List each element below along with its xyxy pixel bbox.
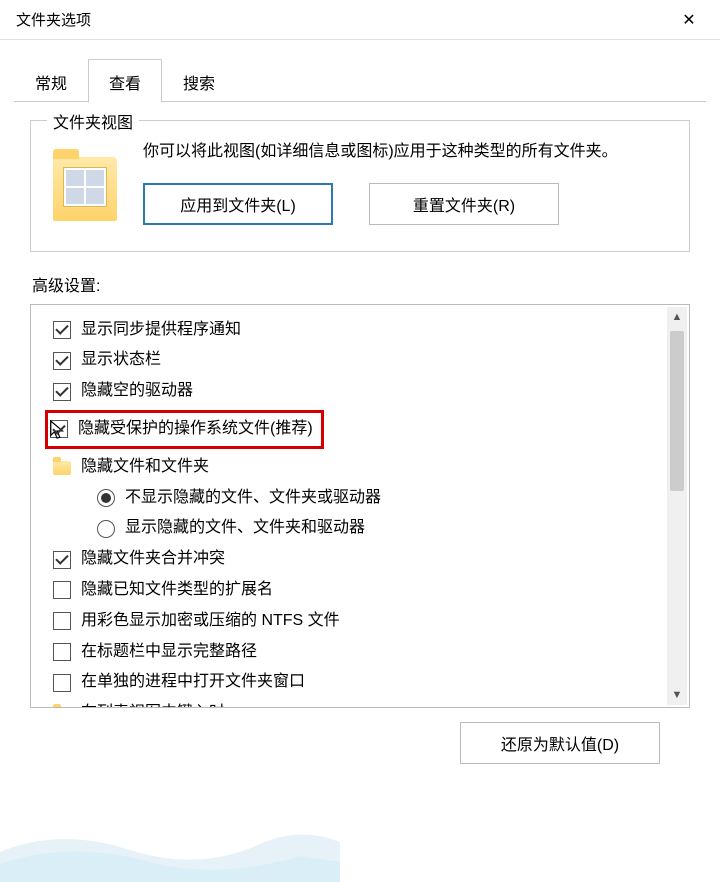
setting-label: 隐藏受保护的操作系统文件(推荐) <box>78 417 313 442</box>
setting-label: 隐藏空的驱动器 <box>81 379 193 404</box>
close-button[interactable]: ✕ <box>666 5 712 35</box>
checkbox-icon[interactable] <box>53 321 71 339</box>
tab-panel-view: 文件夹视图 你可以将此视图(如详细信息或图标)应用于这种类型的所有文件夹。 应用… <box>0 102 720 774</box>
close-icon: ✕ <box>682 10 695 30</box>
setting-full-path-title[interactable]: 在标题栏中显示完整路径 <box>41 637 683 668</box>
setting-hide-empty-drives[interactable]: 隐藏空的驱动器 <box>41 376 683 407</box>
scroll-thumb[interactable] <box>670 331 684 491</box>
tab-general[interactable]: 常规 <box>14 59 88 103</box>
setting-hide-merge-conflicts[interactable]: 隐藏文件夹合并冲突 <box>41 544 683 575</box>
checkbox-icon[interactable] <box>53 551 71 569</box>
setting-label: 不显示隐藏的文件、文件夹或驱动器 <box>125 486 381 511</box>
setting-ntfs-color[interactable]: 用彩色显示加密或压缩的 NTFS 文件 <box>41 606 683 637</box>
background-decoration <box>0 822 340 882</box>
checkbox-icon[interactable] <box>53 352 71 370</box>
radio-show-hidden[interactable]: 显示隐藏的文件、文件夹和驱动器 <box>41 513 683 544</box>
tab-search[interactable]: 搜索 <box>162 59 236 103</box>
folder-icon <box>53 157 117 221</box>
checkbox-icon[interactable] <box>53 581 71 599</box>
group-label: 隐藏文件和文件夹 <box>81 455 209 480</box>
scroll-up-icon[interactable]: ▲ <box>667 307 687 327</box>
folder-views-label: 文件夹视图 <box>47 109 139 133</box>
titlebar: 文件夹选项 ✕ <box>0 0 720 40</box>
setting-label: 在标题栏中显示完整路径 <box>81 640 257 665</box>
setting-label: 在单独的进程中打开文件夹窗口 <box>81 670 305 695</box>
radio-icon[interactable] <box>97 520 115 538</box>
setting-label: 显示隐藏的文件、文件夹和驱动器 <box>125 516 365 541</box>
setting-label: 用彩色显示加密或压缩的 NTFS 文件 <box>81 609 340 634</box>
scroll-down-icon[interactable]: ▼ <box>667 685 687 705</box>
advanced-settings-label: 高级设置: <box>32 272 690 296</box>
list-view-typing-group: 在列表视图中键入时 <box>41 698 683 707</box>
setting-separate-process[interactable]: 在单独的进程中打开文件夹窗口 <box>41 667 683 698</box>
setting-label: 显示同步提供程序通知 <box>81 318 241 343</box>
reset-folders-button[interactable]: 重置文件夹(R) <box>369 183 559 225</box>
checkbox-icon[interactable] <box>50 420 68 438</box>
tab-strip: 常规 查看 搜索 <box>0 40 720 102</box>
setting-label: 隐藏已知文件类型的扩展名 <box>81 578 273 603</box>
checkbox-icon[interactable] <box>53 643 71 661</box>
setting-show-sync[interactable]: 显示同步提供程序通知 <box>41 315 683 346</box>
window-title: 文件夹选项 <box>16 9 91 30</box>
radio-icon[interactable] <box>97 489 115 507</box>
folder-views-group: 文件夹视图 你可以将此视图(如详细信息或图标)应用于这种类型的所有文件夹。 应用… <box>30 120 690 252</box>
group-label: 在列表视图中键入时 <box>81 701 225 707</box>
setting-hide-protected-os-files[interactable]: 隐藏受保护的操作系统文件(推荐) <box>41 407 683 452</box>
setting-show-status-bar[interactable]: 显示状态栏 <box>41 345 683 376</box>
hidden-files-group: 隐藏文件和文件夹 <box>41 452 683 483</box>
tab-view[interactable]: 查看 <box>88 59 162 103</box>
checkbox-icon[interactable] <box>53 674 71 692</box>
setting-label: 隐藏文件夹合并冲突 <box>81 547 225 572</box>
apply-to-folders-button[interactable]: 应用到文件夹(L) <box>143 183 333 225</box>
setting-hide-extensions[interactable]: 隐藏已知文件类型的扩展名 <box>41 575 683 606</box>
folder-views-desc: 你可以将此视图(如详细信息或图标)应用于这种类型的所有文件夹。 <box>143 139 667 165</box>
restore-defaults-button[interactable]: 还原为默认值(D) <box>460 722 660 764</box>
advanced-settings-list: 显示同步提供程序通知 显示状态栏 隐藏空的驱动器 隐藏受保护的操作系统文件(推荐… <box>30 304 690 708</box>
checkbox-icon[interactable] <box>53 383 71 401</box>
cursor-icon <box>49 419 67 450</box>
setting-label: 显示状态栏 <box>81 348 161 373</box>
highlight-annotation: 隐藏受保护的操作系统文件(推荐) <box>45 410 324 449</box>
radio-dont-show-hidden[interactable]: 不显示隐藏的文件、文件夹或驱动器 <box>41 483 683 514</box>
checkbox-icon[interactable] <box>53 612 71 630</box>
scrollbar[interactable]: ▲ ▼ <box>667 307 687 705</box>
folder-icon <box>53 461 71 475</box>
